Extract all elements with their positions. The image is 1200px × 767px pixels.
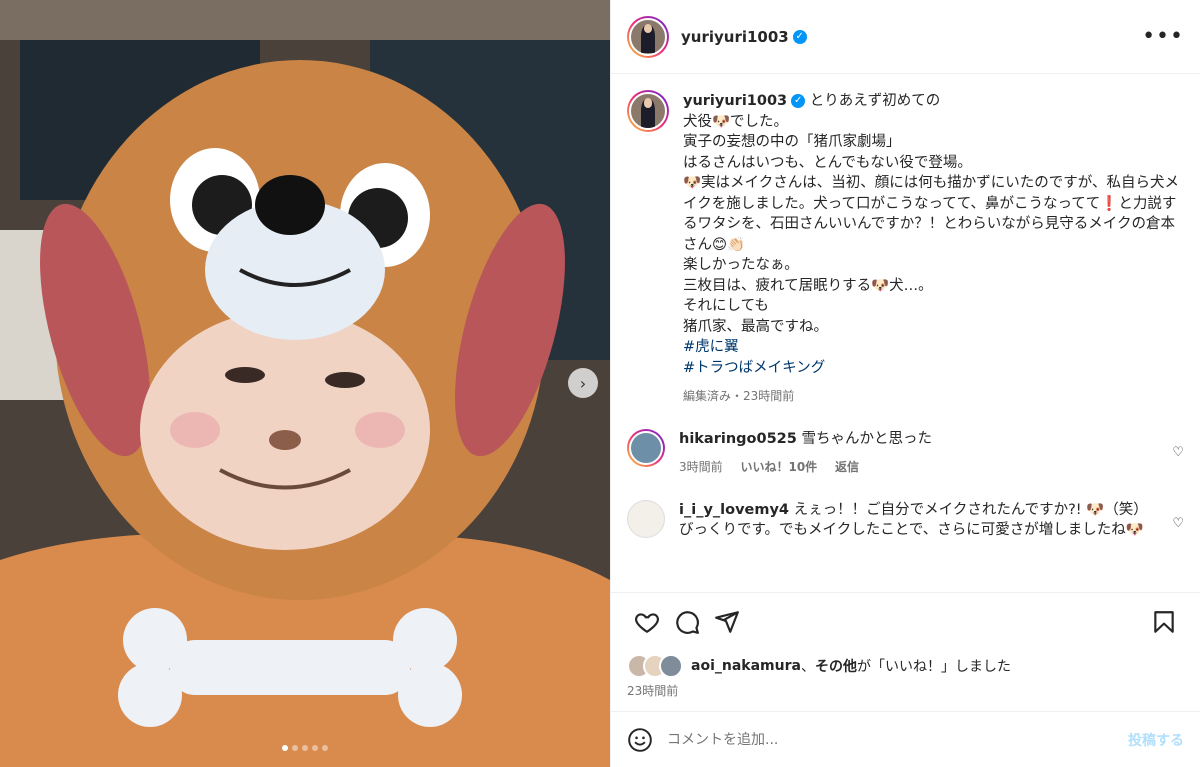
add-comment-bar: 投稿する (611, 711, 1200, 767)
avatar[interactable] (627, 15, 669, 58)
comment-likes[interactable]: いいね！10件 (740, 460, 817, 474)
caption-line: それにしても (683, 298, 769, 314)
dog-costume-photo (0, 0, 610, 767)
send-icon (715, 610, 739, 633)
comment-username[interactable]: i_i_y_lovemy4 (679, 502, 789, 518)
like-button[interactable] (627, 602, 667, 642)
post-comment-button[interactable]: 投稿する (1128, 730, 1184, 750)
carousel-dot (322, 745, 328, 751)
post-header: yuriyuri1003 ✓ ••• (611, 0, 1200, 74)
caption-line: 楽しかったなぁ。 (683, 257, 799, 273)
heart-icon (635, 612, 659, 633)
save-button[interactable] (1144, 602, 1184, 642)
caption-line: はるさんはいつも、とんでもない役で登場。 (683, 154, 972, 171)
avatar[interactable] (627, 428, 665, 467)
caption-line: 寅子の妄想の中の「猪爪家劇場」 (683, 134, 901, 150)
hashtag-link[interactable]: #トラつばメイキング (683, 360, 825, 376)
comment-item: i_i_y_lovemy4 えぇっ！！ご自分でメイクされたんですか?! 🐶（笑）… (627, 499, 1184, 541)
next-image-button[interactable]: › (568, 368, 598, 398)
liked-by-others[interactable]: その他 (815, 656, 857, 676)
reply-button[interactable]: 返信 (835, 460, 859, 474)
comment-input[interactable] (665, 730, 1128, 749)
comment-time: 3時間前 (679, 460, 723, 474)
comments-section[interactable]: yuriyuri1003 ✓ とりあえず初めての 犬役🐶でした。 寅子の妄想の中の… (611, 74, 1200, 592)
caption-meta: 編集済み・23時間前 (683, 389, 795, 403)
caption-line: 猪爪家、最高ですね。 (683, 318, 828, 335)
chevron-right-icon: › (579, 373, 587, 393)
comment-username[interactable]: hikaringo0525 (679, 431, 797, 447)
emoji-icon[interactable] (627, 727, 653, 753)
comment-text: 雪ちゃんかと思った (801, 430, 932, 447)
caption-line: 犬役🐶でした。 (683, 113, 789, 130)
carousel-dot (312, 745, 318, 751)
carousel-dot (282, 745, 288, 751)
hashtag-link[interactable]: #虎に翼 (683, 339, 739, 355)
comment-icon (676, 610, 699, 634)
carousel-dot (302, 745, 308, 751)
caption-username[interactable]: yuriyuri1003 (683, 93, 787, 109)
carousel-dot (292, 745, 298, 751)
caption-line: 🐶実はメイクさんは、当初、顔には何も描かずにいたのですが、私自ら犬メイクを施しま… (683, 175, 1179, 253)
carousel-dots (282, 745, 328, 751)
liked-by-user[interactable]: aoi_nakamura (691, 658, 801, 674)
heart-icon[interactable]: ♡ (1172, 445, 1184, 460)
avatar (659, 654, 683, 678)
post-panel: yuriyuri1003 ✓ ••• yuriyuri1003 ✓ とりあえず初め… (610, 0, 1200, 767)
likes-summary: aoi_nakamura 、 その他 が「いいね！」しました (611, 650, 1200, 682)
post-image[interactable]: › (0, 0, 610, 767)
avatar[interactable] (627, 90, 669, 132)
username-link[interactable]: yuriyuri1003 (681, 28, 789, 46)
likes-suffix: が「いいね！」しました (856, 659, 1011, 675)
comment-item: hikaringo0525 雪ちゃんかと思った 3時間前 いいね！10件 返信 … (627, 428, 1184, 478)
heart-icon[interactable]: ♡ (1172, 516, 1184, 531)
post-timestamp[interactable]: 23時間前 (611, 682, 1200, 711)
likes-separator: 、 (800, 659, 815, 675)
verified-badge-icon: ✓ (791, 94, 806, 108)
verified-badge-icon: ✓ (792, 29, 807, 44)
bookmark-icon (1154, 610, 1174, 633)
caption-line: 三枚目は、疲れて居眠りする🐶犬…。 (683, 277, 933, 294)
caption-line: とりあえず初めての (809, 93, 941, 109)
more-options-icon[interactable]: ••• (1142, 24, 1184, 49)
caption: yuriyuri1003 ✓ とりあえず初めての 犬役🐶でした。 寅子の妄想の中の… (627, 90, 1184, 407)
action-bar (611, 592, 1200, 650)
comment-button[interactable] (667, 602, 707, 642)
avatar[interactable] (627, 499, 665, 538)
share-button[interactable] (707, 602, 747, 642)
